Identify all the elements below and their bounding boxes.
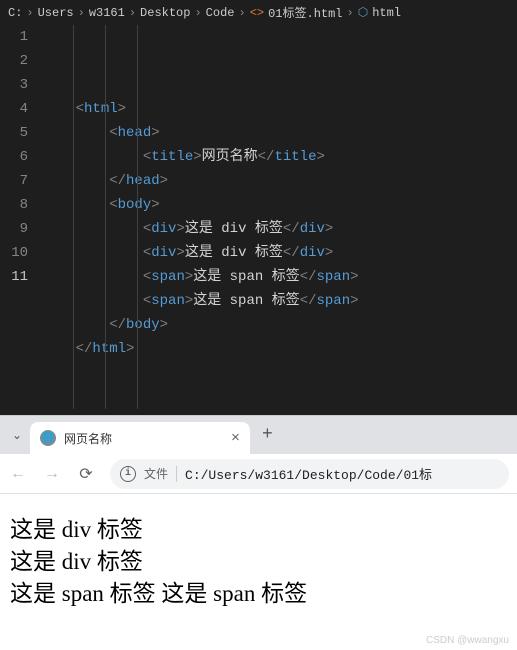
chevron-right-icon: ›	[129, 6, 136, 20]
line-gutter: 1234567891011	[0, 25, 42, 409]
code-editor: C:› Users› w3161› Desktop› Code› <> 01标签…	[0, 0, 517, 415]
breadcrumb-segment[interactable]: Desktop	[140, 6, 190, 20]
rendered-span: 这是 span 标签	[10, 581, 156, 606]
breadcrumb-file[interactable]: 01标签.html	[268, 4, 342, 21]
tabs-dropdown-button[interactable]: ⌄	[6, 424, 28, 446]
reload-button[interactable]: ⟳	[76, 464, 96, 484]
watermark: CSDN @wwangxu	[0, 631, 517, 650]
file-code-icon: <>	[250, 6, 264, 20]
forward-button[interactable]: →	[42, 465, 62, 483]
chevron-right-icon: ›	[347, 6, 354, 20]
chevron-right-icon: ›	[194, 6, 201, 20]
breadcrumb-segment[interactable]: C:	[8, 6, 22, 20]
chevron-right-icon: ›	[238, 6, 245, 20]
breadcrumb-segment[interactable]: Code	[206, 6, 235, 20]
chevron-right-icon: ›	[26, 6, 33, 20]
rendered-div: 这是 div 标签	[10, 514, 507, 546]
breadcrumb-segment[interactable]: Users	[38, 6, 74, 20]
breadcrumb-element[interactable]: html	[372, 6, 401, 20]
close-tab-button[interactable]: ×	[231, 430, 240, 447]
divider	[176, 466, 177, 482]
rendered-div: 这是 div 标签	[10, 546, 507, 578]
chevron-right-icon: ›	[78, 6, 85, 20]
code-area[interactable]: 1234567891011 <html> <head> <title>网页名称<…	[0, 25, 517, 415]
code-content[interactable]: <html> <head> <title>网页名称</title> </head…	[42, 25, 517, 409]
globe-icon: 🌐	[40, 430, 56, 446]
breadcrumb[interactable]: C:› Users› w3161› Desktop› Code› <> 01标签…	[0, 0, 517, 25]
tab-bar: ⌄ 🌐 网页名称 × +	[0, 416, 517, 454]
file-label: 文件	[144, 465, 168, 482]
info-icon[interactable]: i	[120, 466, 136, 482]
rendered-span: 这是 span 标签	[161, 581, 307, 606]
url-text: C:/Users/w3161/Desktop/Code/01标	[185, 464, 432, 483]
back-button[interactable]: ←	[8, 465, 28, 483]
page-content: 这是 div 标签 这是 div 标签 这是 span 标签 这是 span 标…	[0, 494, 517, 631]
browser-toolbar: ← → ⟳ i 文件 C:/Users/w3161/Desktop/Code/0…	[0, 454, 517, 494]
address-bar[interactable]: i 文件 C:/Users/w3161/Desktop/Code/01标	[110, 459, 509, 489]
symbol-element-icon: ⬡	[358, 5, 368, 20]
code-lines: <html> <head> <title>网页名称</title> </head…	[42, 97, 517, 361]
browser-tab[interactable]: 🌐 网页名称 ×	[30, 422, 250, 454]
new-tab-button[interactable]: +	[252, 425, 283, 445]
tab-title: 网页名称	[64, 430, 223, 447]
browser-window: ⌄ 🌐 网页名称 × + ← → ⟳ i 文件 C:/Users/w3161/D…	[0, 415, 517, 650]
breadcrumb-segment[interactable]: w3161	[89, 6, 125, 20]
